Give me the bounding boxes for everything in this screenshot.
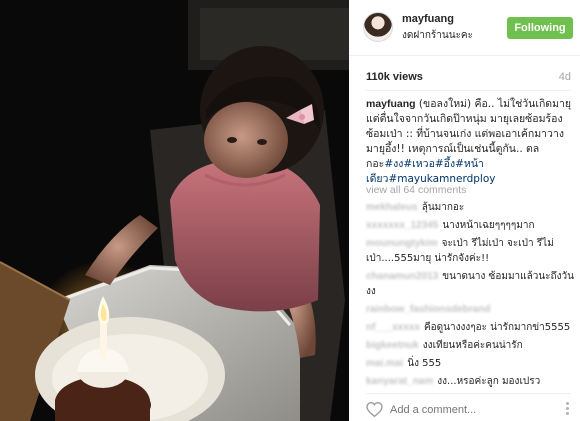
avatar[interactable] bbox=[363, 12, 393, 42]
comment-username[interactable]: mekhaleus bbox=[366, 202, 418, 213]
comment-username[interactable]: bigkeetnuk bbox=[366, 340, 419, 351]
heart-outline-icon[interactable] bbox=[366, 402, 383, 417]
comment-username[interactable]: rainbow_fashionsdebrand bbox=[366, 304, 490, 315]
caption-username[interactable]: mayfuang bbox=[366, 98, 416, 110]
post-header: mayfuang งดฝากร้านนะคะ Following bbox=[349, 0, 580, 56]
views-count[interactable]: 110k views bbox=[366, 71, 423, 83]
comment-row: nf___xxxxx คือดูนางงงๆอะ น่ารักมากข่า5555 bbox=[366, 320, 574, 335]
comment-username[interactable]: xxxxxxx_12345 bbox=[366, 220, 438, 231]
comment-username[interactable]: mounungtykim bbox=[366, 238, 438, 249]
comment-text: นิ่ง 555 bbox=[407, 358, 442, 369]
post-location[interactable]: งดฝากร้านนะคะ bbox=[402, 28, 473, 43]
post-age[interactable]: 4d bbox=[559, 71, 571, 83]
comment-row: bigkeetnuk งงเทียนหรือค่ะคนน่ารัก bbox=[366, 338, 574, 353]
comment-text: นางหน้าเฉยๆๆๆๆมาก bbox=[442, 220, 535, 231]
comment-row: chanamun2013 ขนาดนาง ซ้อมมาแล้วนะถึงวัน ง… bbox=[366, 269, 574, 299]
comment-username[interactable]: mai.mai bbox=[366, 358, 403, 369]
comment-username[interactable]: nf___xxxxx bbox=[366, 322, 420, 333]
comment-row: mounungtykim จะเป่า รึไม่เป่า จะเป่า รึไม… bbox=[366, 236, 574, 266]
instagram-post-modal: mayfuang งดฝากร้านนะคะ Following 110k vi… bbox=[0, 0, 580, 421]
post-details-panel: mayfuang งดฝากร้านนะคะ Following 110k vi… bbox=[349, 0, 580, 421]
more-options-icon[interactable] bbox=[561, 402, 575, 415]
comment-row: mekhaleus ลุ้นมากอะ bbox=[366, 200, 574, 215]
post-photo[interactable] bbox=[0, 0, 349, 421]
divider bbox=[366, 90, 571, 91]
comment-row: rainbow_fashionsdebrand bbox=[366, 302, 574, 317]
comment-row: kanyarat_nam งง...หรอค่ะลูก มองเปรว bbox=[366, 374, 574, 389]
comment-text: งงเทียนหรือค่ะคนน่ารัก bbox=[422, 340, 523, 351]
comment-username[interactable]: chanamun2013 bbox=[366, 271, 438, 282]
add-comment-input[interactable] bbox=[390, 401, 560, 419]
comment-row: mai.mai นิ่ง 555 bbox=[366, 356, 574, 371]
comment-text: ลุ้นมากอะ bbox=[421, 202, 465, 213]
post-caption: mayfuang (ขอลงใหม่) คือ.. ไม่ใช่วันเกิดม… bbox=[366, 97, 572, 187]
comments-list: mekhaleus ลุ้นมากอะ xxxxxxx_12345 นางหน้าเฉ… bbox=[366, 197, 574, 389]
comment-username[interactable]: kanyarat_nam bbox=[366, 376, 433, 387]
post-username[interactable]: mayfuang bbox=[402, 13, 454, 25]
comment-text: งง...หรอค่ะลูก มองเปรว bbox=[437, 376, 541, 387]
following-button[interactable]: Following bbox=[507, 17, 573, 39]
comment-text: คือดูนางงงๆอะ น่ารักมากข่า5555 bbox=[423, 322, 571, 333]
birthday-photo-image bbox=[0, 0, 349, 421]
comment-row: xxxxxxx_12345 นางหน้าเฉยๆๆๆๆมาก bbox=[366, 218, 574, 233]
caption-hashtags[interactable]: #งง#เหวอ#อึ้ง#หน้าเดียว#mayukamnerdploy bbox=[366, 158, 495, 185]
view-all-comments-link[interactable]: view all 64 comments bbox=[366, 184, 466, 196]
comment-footer bbox=[366, 393, 571, 421]
